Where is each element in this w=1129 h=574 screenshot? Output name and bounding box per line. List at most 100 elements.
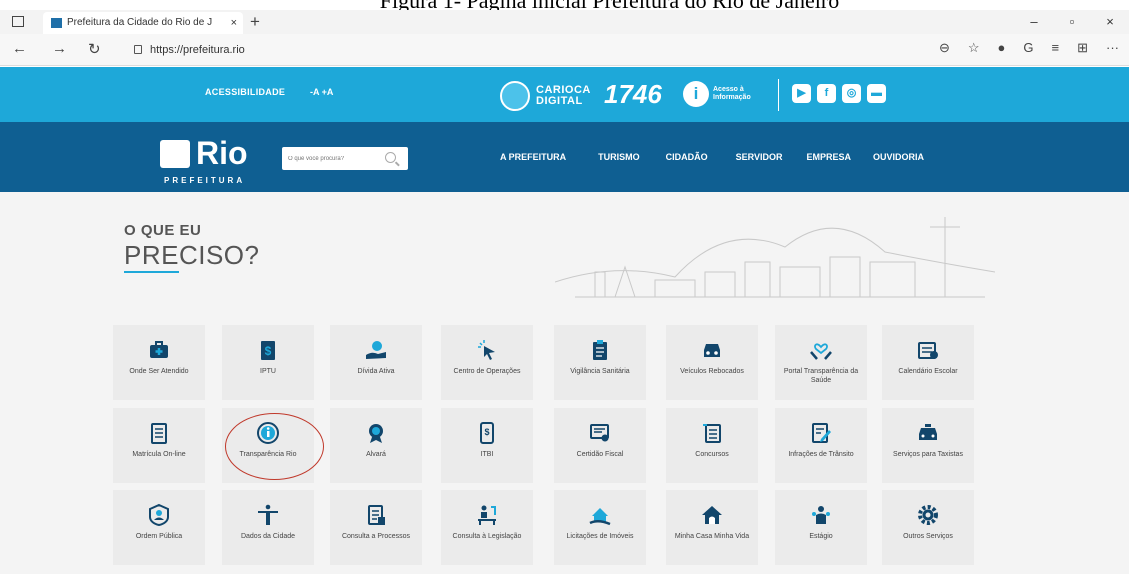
tab-title: Prefeitura da Cidade do Rio de J <box>67 17 213 28</box>
extension-icon[interactable]: ● <box>998 40 1006 56</box>
font-size-controls[interactable]: -A +A <box>310 87 333 97</box>
service-card-minha-casa-minha-vida[interactable]: Minha Casa Minha Vida <box>666 490 758 565</box>
url-field[interactable]: https://prefeitura.rio <box>130 39 990 61</box>
flickr-icon[interactable]: ▬ <box>867 84 886 103</box>
service-card-calendario-escolar[interactable]: Calendário Escolar <box>882 325 974 400</box>
youtube-icon[interactable]: ▶ <box>792 84 811 103</box>
menu-item-empresa[interactable]: EMPRESA <box>807 152 852 162</box>
main-menu: A PREFEITURA TURISMO CIDADÃO SERVIDOR EM… <box>500 152 924 162</box>
service-card-label: Outros Serviços <box>903 533 953 540</box>
coat-of-arms-icon <box>160 140 190 168</box>
service-card-licitacoes-de-imoveis[interactable]: Licitações de Imóveis <box>554 490 646 565</box>
close-window-button[interactable]: × <box>1091 10 1129 34</box>
favorite-icon[interactable]: ☆ <box>968 40 980 56</box>
facebook-icon[interactable]: f <box>817 84 836 103</box>
zoom-icon[interactable]: ⊖ <box>939 40 950 56</box>
menu-item-servidor[interactable]: SERVIDOR <box>736 152 783 162</box>
highlight-circle <box>225 413 324 480</box>
dollar-document-icon: $ <box>261 341 275 360</box>
service-card-concursos[interactable]: Concursos <box>666 408 758 483</box>
back-icon[interactable]: ← <box>12 40 27 57</box>
service-card-label: Licitações de Imóveis <box>566 533 634 540</box>
service-card-label: Calendário Escolar <box>898 368 958 375</box>
favicon-icon <box>51 18 62 28</box>
carioca-digital-logo[interactable]: CARIOCA DIGITAL <box>500 81 591 111</box>
service-card-label: Matrícula On-line <box>132 451 186 458</box>
accessibility-bar: ACESSIBILIDADE -A +A CARIOCA DIGITAL 1746… <box>0 67 1129 122</box>
service-card-portal-transparencia-da-saude[interactable]: Portal Transparência da Saúde <box>775 325 867 400</box>
checklist-icon <box>151 423 167 444</box>
house-hand-icon <box>589 508 611 526</box>
service-card-matricula-on-line[interactable]: Matrícula On-line <box>113 408 205 483</box>
collections-icon[interactable]: ⊞ <box>1077 40 1088 56</box>
service-card-certidao-fiscal[interactable]: Certidão Fiscal <box>554 408 646 483</box>
search-input[interactable] <box>282 147 378 171</box>
heading-big: PRECISO? <box>124 240 260 270</box>
service-card-veiculos-rebocados[interactable]: Veículos Rebocados <box>666 325 758 400</box>
service-card-outros-servicos[interactable]: Outros Serviços <box>882 490 974 565</box>
site-search <box>282 147 408 171</box>
central-1746-logo[interactable]: 1746 <box>604 79 662 110</box>
service-card-onde-ser-atendido[interactable]: Onde Ser Atendido <box>113 325 205 400</box>
scroll-icon <box>368 505 385 525</box>
address-bar: ← → ↻ https://prefeitura.rio ⊖ ☆ ● G ≡ ⊞… <box>0 34 1129 66</box>
search-icon[interactable] <box>385 152 396 163</box>
service-card-dados-da-cidade[interactable]: Dados da Cidade <box>222 490 314 565</box>
service-card-servicos-para-taxistas[interactable]: Serviços para Taxistas <box>882 408 974 483</box>
gear-icon <box>918 505 938 525</box>
service-card-consulta-a-legislacao[interactable]: Consulta à Legislação <box>441 490 533 565</box>
service-card-ordem-publica[interactable]: Ordem Pública <box>113 490 205 565</box>
heading-small: O QUE EU <box>124 222 202 239</box>
restore-button[interactable]: ▫ <box>1053 10 1091 34</box>
acesso-informacao-link[interactable]: i Acesso à Informação <box>683 81 751 107</box>
service-card-estagio[interactable]: Estágio <box>775 490 867 565</box>
service-card-centro-de-operacoes[interactable]: Centro de Operações <box>441 325 533 400</box>
service-card-alvara[interactable]: Alvará <box>330 408 422 483</box>
service-card-label: Portal Transparência da Saúde <box>783 368 859 384</box>
briefcase-medical-icon <box>150 341 168 358</box>
people-icon <box>812 506 830 524</box>
service-card-label: Vigilância Sanitária <box>570 368 630 375</box>
service-card-label: ITBI <box>480 451 494 458</box>
service-card-iptu[interactable]: $ IPTU <box>222 325 314 400</box>
g-extension-icon[interactable]: G <box>1023 40 1033 56</box>
heading-underline <box>124 271 179 273</box>
service-card-label: Consulta a Processos <box>341 533 411 540</box>
cursor-click-icon <box>478 340 495 360</box>
service-card-label: Consulta à Legislação <box>452 533 522 540</box>
service-card-label: Concursos <box>695 451 729 458</box>
badge-icon <box>369 424 383 443</box>
menu-item-a-prefeitura[interactable]: A PREFEITURA <box>500 152 566 162</box>
service-card-consulta-a-processos[interactable]: Consulta a Processos <box>330 490 422 565</box>
menu-item-turismo[interactable]: TURISMO <box>598 152 640 162</box>
person-badge-icon <box>149 503 169 527</box>
service-card-itbi[interactable]: $ ITBI <box>441 408 533 483</box>
svg-text:$: $ <box>484 427 489 437</box>
service-card-divida-ativa[interactable]: Dívida Ativa <box>330 325 422 400</box>
heart-hands-icon <box>810 343 832 360</box>
service-card-label: Ordem Pública <box>135 533 183 540</box>
clipboard-icon <box>593 340 607 360</box>
more-icon[interactable]: ··· <box>1106 40 1119 56</box>
instagram-icon[interactable]: ◎ <box>842 84 861 103</box>
forward-icon[interactable]: → <box>52 40 67 57</box>
certificate-icon <box>590 424 609 442</box>
christ-statue-icon <box>258 504 278 525</box>
service-card-label: Dívida Ativa <box>357 368 395 375</box>
service-card-infracoes-de-transito[interactable]: Infrações de Trânsito <box>775 408 867 483</box>
window-menu-icon[interactable] <box>12 16 24 27</box>
service-card-vigilancia-sanitaria[interactable]: Vigilância Sanitária <box>554 325 646 400</box>
new-tab-button[interactable]: + <box>250 12 260 32</box>
rio-skyline-illustration <box>555 217 995 298</box>
minimize-button[interactable]: – <box>1015 10 1053 34</box>
menu-item-ouvidoria[interactable]: OUVIDORIA <box>873 152 924 162</box>
service-card-label: Certidão Fiscal <box>576 451 624 458</box>
browser-tab[interactable]: Prefeitura da Cidade do Rio de J × <box>43 12 243 34</box>
menu-item-cidadao[interactable]: CIDADÃO <box>666 152 708 162</box>
tab-close-icon[interactable]: × <box>231 12 237 34</box>
document-list-icon <box>703 424 721 443</box>
social-links: ▶ f ◎ ▬ <box>792 84 886 103</box>
reload-icon[interactable]: ↻ <box>88 40 101 58</box>
accessibility-link[interactable]: ACESSIBILIDADE <box>205 87 285 97</box>
favorites-list-icon[interactable]: ≡ <box>1052 40 1060 56</box>
